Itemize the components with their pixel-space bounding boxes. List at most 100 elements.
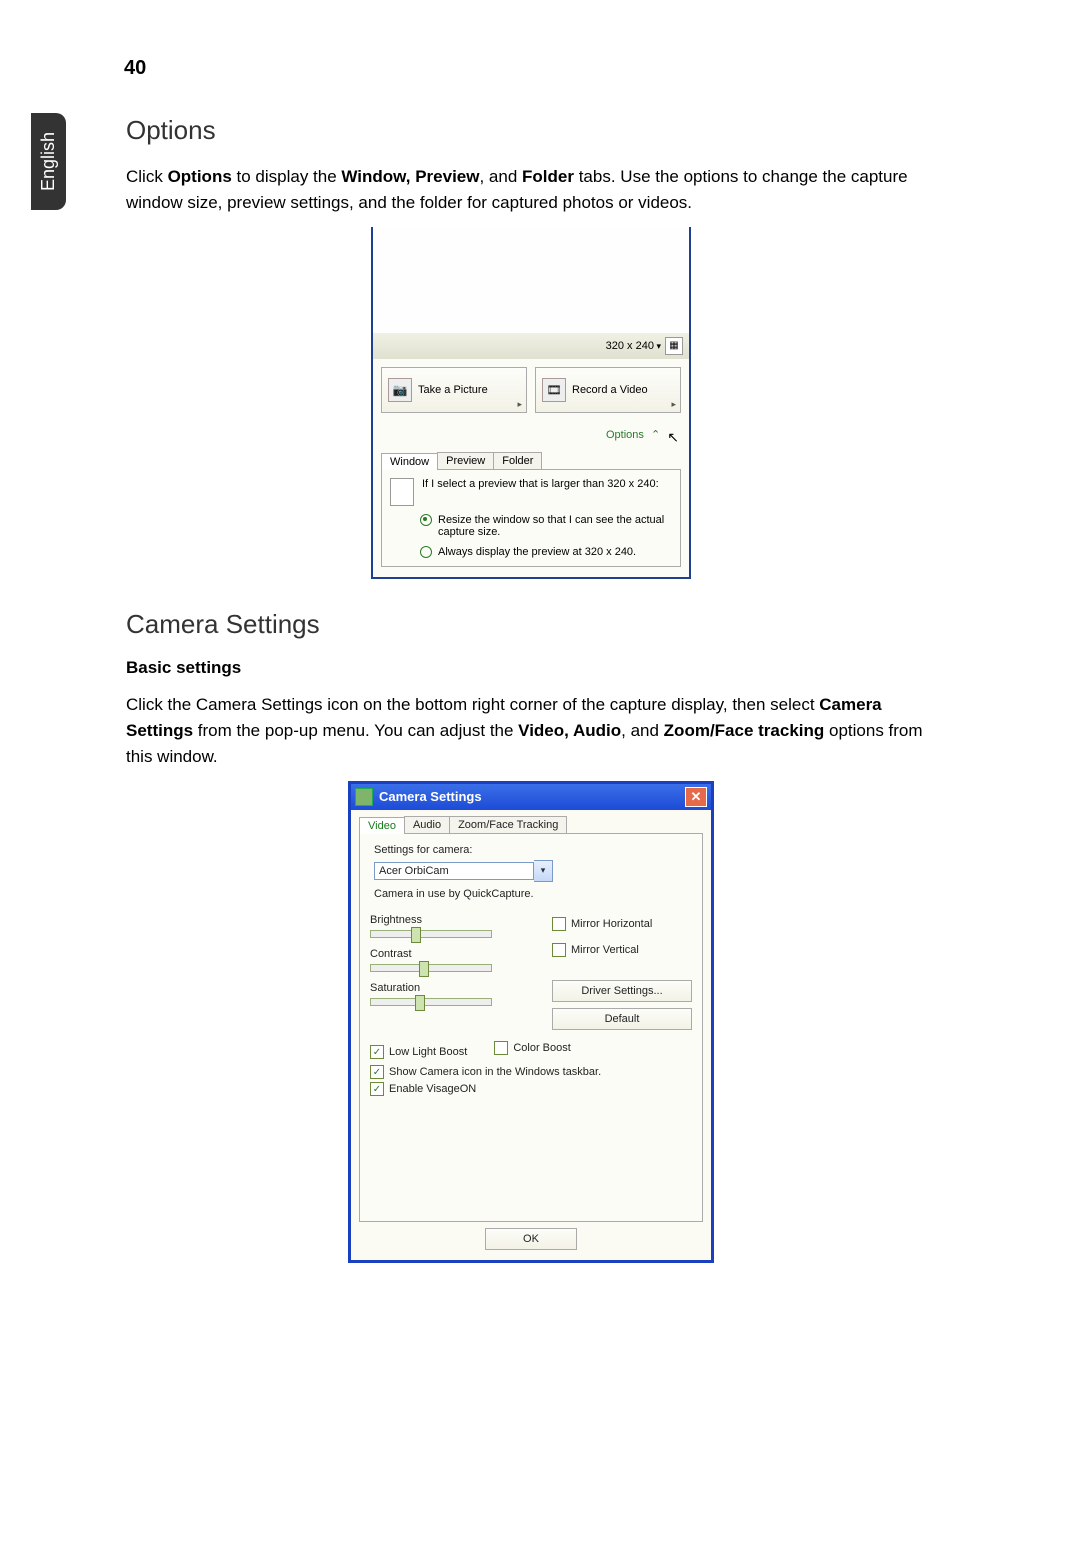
radio-always-label: Always display the preview at 320 x 240. [438,546,672,558]
text: , and [479,167,522,186]
low-light-label: Low Light Boost [389,1046,467,1058]
chevron-down-icon: ▾ [534,860,553,882]
record-video-button[interactable]: 🎞 Record a Video ▸ [535,367,681,413]
page-content: Options Click Options to display the Win… [126,115,936,1263]
camera-select[interactable]: Acer OrbiCam ▾ [374,860,692,882]
resolution-dropdown[interactable]: 320 x 240 [606,340,661,352]
window-prompt: If I select a preview that is larger tha… [422,478,672,490]
window-icon [390,478,414,506]
options-link[interactable]: Options [606,429,644,441]
brightness-slider[interactable] [370,930,492,938]
bold-options: Options [168,167,232,186]
checkbox-checked-icon: ✓ [370,1082,384,1096]
window-tab-body: If I select a preview that is larger tha… [381,469,681,567]
app-icon [355,788,373,806]
ok-row: OK [359,1228,703,1250]
brightness-label: Brightness [370,914,534,926]
radio-selected-icon [420,514,432,526]
text: , and [621,721,664,740]
enable-visageon-checkbox[interactable]: ✓ Enable VisageON [370,1082,692,1096]
close-button[interactable]: ✕ [685,787,707,807]
dropdown-arrow-icon: ▸ [671,399,676,410]
tab-zoom-face[interactable]: Zoom/Face Tracking [449,816,567,833]
checkbox-checked-icon: ✓ [370,1065,384,1079]
camera-in-use-label: Camera in use by QuickCapture. [374,888,692,900]
options-tabs: Window Preview Folder [381,452,681,469]
driver-settings-button[interactable]: Driver Settings... [552,980,692,1002]
options-paragraph: Click Options to display the Window, Pre… [126,164,936,217]
chevron-up-icon: ⌃ [651,429,660,441]
camera-select-value: Acer OrbiCam [374,862,534,880]
bold-zoom-face: Zoom/Face tracking [664,721,825,740]
capture-window-screenshot: 320 x 240 ▦ 📷 Take a Picture ▸ 🎞 Record … [371,227,691,579]
saturation-slider[interactable] [370,998,492,1006]
dialog-body: Video Audio Zoom/Face Tracking Settings … [351,810,711,1261]
language-tab: English [31,113,66,210]
tab-folder[interactable]: Folder [493,452,542,469]
dialog-titlebar: Camera Settings ✕ [351,784,711,810]
tab-video[interactable]: Video [359,817,405,834]
checkbox-empty-icon [552,943,566,957]
enable-visageon-label: Enable VisageON [389,1083,476,1095]
default-button[interactable]: Default [552,1008,692,1030]
tab-window[interactable]: Window [381,453,438,470]
settings-for-camera-label: Settings for camera: [374,844,692,856]
mirror-horizontal-checkbox[interactable]: Mirror Horizontal [552,917,692,931]
slider-thumb [411,927,421,943]
video-tab-panel: Settings for camera: Acer OrbiCam ▾ Came… [359,833,703,1223]
resolution-bar: 320 x 240 ▦ [371,333,691,359]
checkbox-empty-icon [494,1041,508,1055]
radio-unselected-icon [420,546,432,558]
color-boost-label: Color Boost [513,1042,570,1054]
dialog-title: Camera Settings [379,789,482,804]
record-video-label: Record a Video [572,384,648,396]
radio-resize-label: Resize the window so that I can see the … [438,514,672,538]
options-link-row: Options ⌃ ↖ [371,421,691,446]
mirror-v-label: Mirror Vertical [571,944,639,956]
show-taskbar-label: Show Camera icon in the Windows taskbar. [389,1066,601,1078]
camera-icon: 📷 [388,378,412,402]
close-icon: ✕ [691,789,702,805]
bold-window-preview: Window, Preview [341,167,479,186]
text: Click [126,167,168,186]
tab-preview[interactable]: Preview [437,452,494,469]
camera-settings-dialog: Camera Settings ✕ Video Audio Zoom/Face … [348,781,714,1264]
preview-area [371,227,691,333]
options-heading: Options [126,115,936,146]
page-number: 40 [124,57,146,80]
saturation-label: Saturation [370,982,534,994]
bold-video-audio: Video, Audio [518,721,621,740]
options-tabs-area: Window Preview Folder If I select a prev… [371,446,691,579]
bold-folder: Folder [522,167,574,186]
take-picture-label: Take a Picture [418,384,488,396]
cursor-icon: ↖ [667,429,679,445]
checkbox-empty-icon [552,917,566,931]
language-tab-label: English [38,132,59,191]
slider-thumb [419,961,429,977]
dialog-tabs: Video Audio Zoom/Face Tracking [359,816,703,833]
camera-settings-heading: Camera Settings [126,609,936,640]
text: from the pop-up menu. You can adjust the [193,721,518,740]
basic-settings-heading: Basic settings [126,658,936,678]
options-column: Mirror Horizontal Mirror Vertical Driver… [552,914,692,1030]
sliders-column: Brightness Contrast Saturation [370,914,534,1030]
palette-icon[interactable]: ▦ [665,337,683,355]
take-picture-button[interactable]: 📷 Take a Picture ▸ [381,367,527,413]
contrast-label: Contrast [370,948,534,960]
text: Click the Camera Settings icon on the bo… [126,695,819,714]
text: to display the [232,167,342,186]
camera-settings-paragraph: Click the Camera Settings icon on the bo… [126,692,936,771]
low-light-boost-checkbox[interactable]: ✓ Low Light Boost [370,1045,467,1059]
contrast-slider[interactable] [370,964,492,972]
radio-always-row[interactable]: Always display the preview at 320 x 240. [420,546,672,558]
slider-thumb [415,995,425,1011]
tab-audio[interactable]: Audio [404,816,450,833]
dropdown-arrow-icon: ▸ [517,399,522,410]
mirror-vertical-checkbox[interactable]: Mirror Vertical [552,943,692,957]
capture-buttons-row: 📷 Take a Picture ▸ 🎞 Record a Video ▸ [371,359,691,421]
color-boost-checkbox[interactable]: Color Boost [494,1041,570,1055]
radio-resize-row[interactable]: Resize the window so that I can see the … [420,514,672,538]
film-icon: 🎞 [542,378,566,402]
ok-button[interactable]: OK [485,1228,577,1250]
show-taskbar-checkbox[interactable]: ✓ Show Camera icon in the Windows taskba… [370,1065,692,1079]
